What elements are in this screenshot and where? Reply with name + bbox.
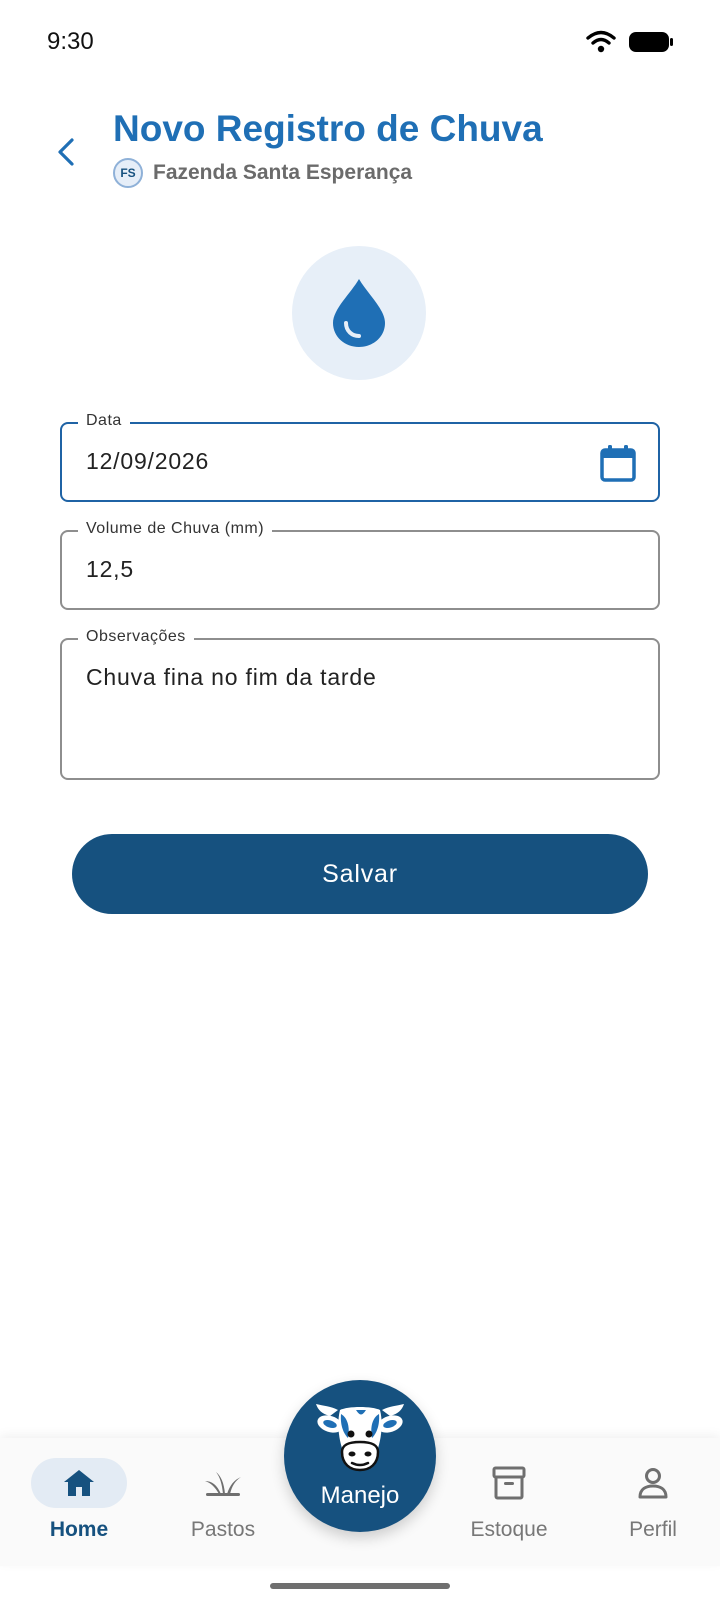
back-button[interactable]	[44, 130, 88, 174]
status-icons	[586, 30, 674, 54]
status-time: 9:30	[47, 28, 94, 55]
wifi-icon	[586, 30, 616, 53]
nav-item-home[interactable]: Home	[14, 1438, 144, 1566]
battery-icon	[629, 32, 673, 52]
calendar-icon	[600, 445, 636, 482]
farm-info: FS Fazenda Santa Esperança	[113, 158, 412, 188]
nav-label-home: Home	[49, 1518, 109, 1541]
save-button[interactable]: Salvar	[72, 834, 648, 914]
date-field[interactable]: Data 12/09/2026	[60, 412, 660, 502]
notes-field-value: Chuva fina no fim da tarde	[86, 664, 377, 690]
header: Novo Registro de Chuva FS Fazenda Santa …	[0, 100, 720, 210]
nav-item-pastos[interactable]: Pastos	[158, 1438, 288, 1566]
cow-icon	[316, 1404, 404, 1472]
home-icon	[64, 1470, 94, 1496]
grass-icon	[205, 1472, 241, 1496]
archive-icon	[492, 1466, 526, 1500]
calendar-button[interactable]	[600, 444, 636, 487]
manejo-fab[interactable]: Manejo	[284, 1380, 436, 1532]
notes-field[interactable]: Observações Chuva fina no fim da tarde	[60, 628, 660, 780]
nav-label-pastos: Pastos	[190, 1518, 256, 1541]
volume-field[interactable]: Volume de Chuva (mm) 12,5	[60, 520, 660, 610]
date-field-label: Data	[78, 412, 130, 430]
home-indicator	[270, 1583, 450, 1589]
status-bar: 9:30	[0, 0, 720, 86]
person-icon	[638, 1468, 668, 1499]
nav-item-estoque[interactable]: Estoque	[444, 1438, 574, 1566]
date-field-value: 12/09/2026	[86, 448, 210, 474]
farm-avatar: FS	[113, 158, 143, 188]
nav-item-perfil[interactable]: Perfil	[588, 1438, 718, 1566]
rain-hero	[292, 246, 426, 380]
nav-label-perfil: Perfil	[629, 1518, 677, 1541]
nav-label-estoque: Estoque	[470, 1518, 548, 1541]
water-drop-icon	[333, 279, 385, 347]
volume-field-label: Volume de Chuva (mm)	[78, 520, 273, 538]
farm-name: Fazenda Santa Esperança	[153, 161, 413, 184]
volume-field-value: 12,5	[86, 556, 134, 582]
chevron-left-icon	[58, 138, 74, 166]
manejo-label: Manejo	[320, 1482, 400, 1509]
page-title: Novo Registro de Chuva	[113, 108, 543, 149]
notes-field-label: Observações	[78, 628, 194, 646]
